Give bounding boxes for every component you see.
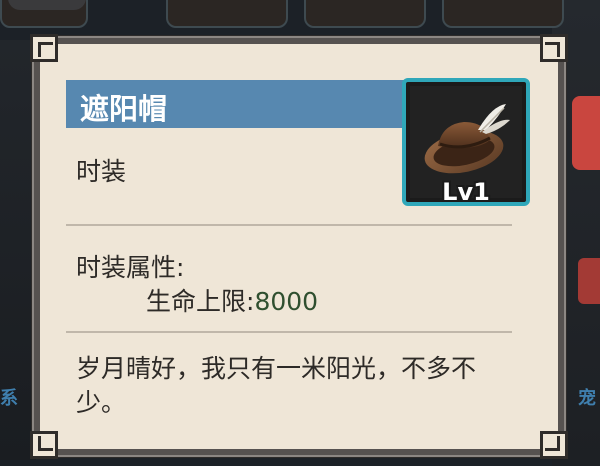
item-level-label: Lv1 — [442, 178, 490, 206]
corner-ornament-icon — [30, 34, 58, 62]
attribute-label: 生命上限: — [146, 287, 255, 316]
background-equip-slot[interactable] — [166, 0, 288, 28]
item-title-bar: 遮阳帽 — [66, 80, 412, 128]
corner-ornament-icon — [30, 431, 58, 459]
background-cut-label: 宠 — [578, 388, 596, 409]
background-cut-label: 系 — [0, 388, 18, 409]
divider — [66, 224, 512, 226]
item-name: 遮阳帽 — [80, 92, 168, 126]
divider — [66, 331, 512, 333]
item-type: 时装 — [76, 157, 127, 186]
background-red-button[interactable] — [572, 96, 600, 170]
corner-ornament-icon — [540, 431, 568, 459]
item-icon-frame[interactable]: Lv1 — [402, 78, 530, 206]
item-tooltip-panel: 遮阳帽 时装 Lv1 时装属性: 生命上限:8000 岁月晴好，我只有一米阳光，… — [30, 34, 568, 459]
background-slot[interactable]: +14 — [0, 0, 88, 28]
background-badge: +14 — [8, 0, 86, 10]
hat-icon — [424, 104, 510, 174]
background-red-button[interactable] — [578, 258, 600, 304]
attribute-value: 8000 — [254, 287, 319, 316]
item-description: 岁月晴好，我只有一米阳光，不多不少。 — [76, 354, 477, 417]
corner-ornament-icon — [540, 34, 568, 62]
attribute-header: 时装属性: — [76, 253, 185, 282]
background-equip-slot[interactable] — [442, 0, 564, 28]
attribute-row: 生命上限:8000 — [146, 282, 318, 318]
background-equip-slot[interactable] — [304, 0, 426, 28]
